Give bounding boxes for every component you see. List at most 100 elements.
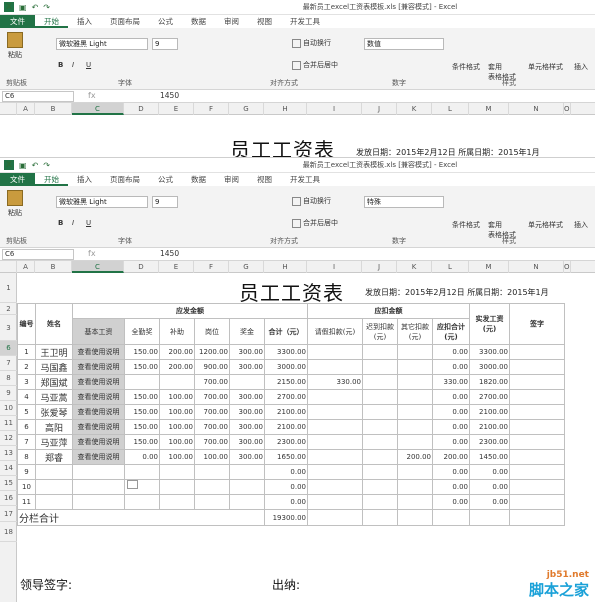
column-header-h[interactable]: H <box>264 261 307 273</box>
column-header-g[interactable]: G <box>229 103 264 115</box>
row-header-11[interactable]: 11 <box>0 416 17 431</box>
tab-developer[interactable]: 开发工具 <box>281 15 329 28</box>
cell-other[interactable]: 200.00 <box>397 449 433 465</box>
cell-other[interactable] <box>397 389 433 405</box>
select-all-corner[interactable] <box>0 261 17 273</box>
cell-sign[interactable] <box>509 494 565 510</box>
cell-attend[interactable]: 150.00 <box>124 404 160 420</box>
cell-leave[interactable] <box>307 434 363 450</box>
cell-no[interactable]: 3 <box>17 374 36 390</box>
tab-file[interactable]: 文件 <box>0 173 35 186</box>
cell-no[interactable]: 1 <box>17 344 36 360</box>
cell-post[interactable]: 700.00 <box>194 419 230 435</box>
cell-base[interactable]: 查看使用说明 <box>72 404 125 420</box>
name-box[interactable]: C6 <box>2 249 74 260</box>
cell-attend[interactable] <box>124 374 160 390</box>
merge-center-button[interactable]: 合并后居中 <box>292 218 338 228</box>
cell-net[interactable]: 0.00 <box>469 479 510 495</box>
column-header-k[interactable]: K <box>397 261 432 273</box>
tab-formulas[interactable]: 公式 <box>149 15 182 28</box>
row-header-12[interactable]: 12 <box>0 431 17 446</box>
column-header-a[interactable]: A <box>17 261 35 273</box>
cell-deduct[interactable]: 0.00 <box>432 404 470 420</box>
cell-deduct[interactable]: 0.00 <box>432 464 470 480</box>
cell-late[interactable] <box>362 359 398 375</box>
cell-name[interactable]: 王卫明 <box>35 344 73 360</box>
cell-allow[interactable] <box>159 374 195 390</box>
font-name-select[interactable]: 微软雅黑 Light <box>56 196 148 208</box>
cell-base[interactable] <box>72 464 125 480</box>
auto-fill-options-icon[interactable] <box>127 480 138 489</box>
column-header-i[interactable]: I <box>307 261 362 273</box>
cell-post[interactable]: 700.00 <box>194 374 230 390</box>
cell-name[interactable] <box>35 494 73 510</box>
cell-attend[interactable]: 0.00 <box>124 449 160 465</box>
wrap-text-button[interactable]: 自动换行 <box>292 196 331 206</box>
cell-sign[interactable] <box>509 374 565 390</box>
tab-developer[interactable]: 开发工具 <box>281 173 329 186</box>
cell-sign[interactable] <box>509 449 565 465</box>
column-header-e[interactable]: E <box>159 103 194 115</box>
cell-late[interactable] <box>362 344 398 360</box>
column-header-c[interactable]: C <box>72 261 124 273</box>
cell-net[interactable]: 0.00 <box>469 464 510 480</box>
row-header-7[interactable]: 7 <box>0 356 17 371</box>
italic-button[interactable]: I <box>72 60 74 70</box>
cell-other[interactable] <box>397 404 433 420</box>
cell-total[interactable]: 2100.00 <box>264 404 308 420</box>
cell-total[interactable]: 0.00 <box>264 464 308 480</box>
column-header-j[interactable]: J <box>362 261 397 273</box>
cell-deduct[interactable]: 0.00 <box>432 359 470 375</box>
cell-deduct[interactable]: 200.00 <box>432 449 470 465</box>
cell-style-button[interactable]: 单元格样式 <box>528 220 563 230</box>
tab-data[interactable]: 数据 <box>182 173 215 186</box>
cell-no[interactable]: 2 <box>17 359 36 375</box>
cell-attend[interactable]: 150.00 <box>124 434 160 450</box>
cell-other[interactable] <box>397 419 433 435</box>
cell-leave[interactable] <box>307 494 363 510</box>
column-header-o[interactable]: O <box>564 103 571 115</box>
font-size-select[interactable]: 9 <box>152 38 178 50</box>
cell-name[interactable]: 马亚萍 <box>35 434 73 450</box>
cell-bonus[interactable] <box>229 479 265 495</box>
cell-total[interactable]: 2700.00 <box>264 389 308 405</box>
underline-button[interactable]: U <box>86 60 91 70</box>
redo-icon[interactable]: ↷ <box>43 161 50 170</box>
cell-late[interactable] <box>362 434 398 450</box>
number-format-select[interactable]: 特殊 <box>364 196 444 208</box>
cell-name[interactable] <box>35 479 73 495</box>
cell-name[interactable]: 马亚蒿 <box>35 389 73 405</box>
cell-total[interactable]: 3000.00 <box>264 359 308 375</box>
cell-bonus[interactable] <box>229 464 265 480</box>
cell-total[interactable]: 1650.00 <box>264 449 308 465</box>
cell-empty[interactable] <box>397 509 433 526</box>
cell-no[interactable]: 9 <box>17 464 36 480</box>
save-icon[interactable]: ▣ <box>19 161 27 170</box>
cell-allow[interactable]: 100.00 <box>159 404 195 420</box>
tab-home[interactable]: 开始 <box>35 15 68 28</box>
cell-no[interactable]: 11 <box>17 494 36 510</box>
italic-button[interactable]: I <box>72 218 74 228</box>
cell-net[interactable]: 0.00 <box>469 494 510 510</box>
tab-page-layout[interactable]: 页面布局 <box>101 15 149 28</box>
column-header-n[interactable]: N <box>509 103 564 115</box>
cell-deduct[interactable]: 0.00 <box>432 434 470 450</box>
formula-input[interactable]: 1450 <box>160 91 179 100</box>
cell-post[interactable] <box>194 494 230 510</box>
cell-sign[interactable] <box>509 404 565 420</box>
cell-deduct[interactable]: 0.00 <box>432 419 470 435</box>
subtotal-value[interactable]: 19300.00 <box>264 509 308 526</box>
merge-center-button[interactable]: 合并后居中 <box>292 60 338 70</box>
cell-sign[interactable] <box>509 344 565 360</box>
tab-formulas[interactable]: 公式 <box>149 173 182 186</box>
cell-deduct[interactable]: 330.00 <box>432 374 470 390</box>
cell-no[interactable]: 7 <box>17 434 36 450</box>
column-header-m[interactable]: M <box>469 103 509 115</box>
cell-attend[interactable] <box>124 464 160 480</box>
cell-leave[interactable] <box>307 419 363 435</box>
row-header-10[interactable]: 10 <box>0 401 17 416</box>
row-header-8[interactable]: 8 <box>0 371 17 386</box>
cell-net[interactable]: 2700.00 <box>469 389 510 405</box>
cell-name[interactable]: 高阳 <box>35 419 73 435</box>
cell-post[interactable]: 700.00 <box>194 404 230 420</box>
